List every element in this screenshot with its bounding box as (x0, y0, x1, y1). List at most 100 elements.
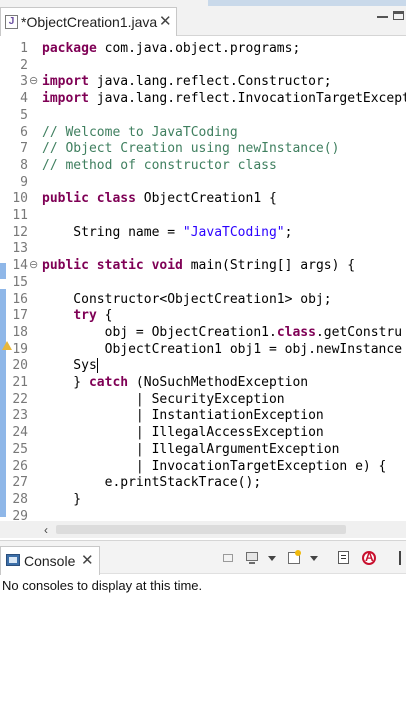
code-line[interactable]: 10 public class ObjectCreation1 { (0, 190, 406, 207)
close-icon[interactable]: ✕ (81, 551, 94, 569)
line-number: 20 (12, 358, 28, 374)
horizontal-scrollbar[interactable]: ‹ (0, 521, 406, 538)
code-line[interactable]: 3 ⊖ import java.lang.reflect.Constructor; (0, 73, 406, 90)
more-icon[interactable] (399, 551, 405, 565)
line-number: 18 (12, 324, 28, 340)
close-icon[interactable]: ✕ (159, 12, 172, 30)
chevron-down-icon[interactable] (268, 556, 276, 561)
fold-icon[interactable]: ⊖ (29, 257, 38, 274)
code-text: try { (73, 308, 113, 324)
code-line[interactable]: 16 Constructor<ObjectCreation1> obj; (0, 291, 406, 308)
console-icon (6, 554, 20, 566)
line-number: 8 (20, 157, 28, 173)
code-line[interactable]: 13 (0, 240, 406, 257)
code-line[interactable]: 2 (0, 57, 406, 74)
code-line[interactable]: 11 (0, 207, 406, 224)
line-number: 7 (20, 141, 28, 157)
code-line[interactable]: 28 } (0, 491, 406, 508)
minimize-icon[interactable] (376, 10, 390, 24)
java-file-icon: J (5, 15, 18, 29)
scroll-left-icon[interactable]: ‹ (44, 523, 48, 537)
line-number: 3 (20, 74, 28, 90)
code-line[interactable]: 26 | InvocationTargetException e) { (0, 458, 406, 475)
line-number: 16 (12, 291, 28, 307)
code-text: // method of constructor class (42, 157, 277, 173)
code-line[interactable]: 6 // Welcome to JavaTCoding (0, 124, 406, 141)
code-text: ObjectCreation1 obj1 = obj.newInstance (42, 341, 403, 357)
line-number: 10 (12, 191, 28, 207)
line-number: 22 (12, 391, 28, 407)
maximize-icon[interactable] (392, 10, 406, 24)
code-text: public static void main(String[] args) { (42, 258, 356, 274)
code-text: // Welcome to JavaTCoding (42, 124, 238, 140)
scrollbar-thumb[interactable] (56, 525, 346, 534)
code-line[interactable]: 22 | SecurityException (0, 391, 406, 408)
code-line[interactable]: 23 | InstantiationException (0, 407, 406, 424)
line-number: 4 (20, 91, 28, 107)
code-line[interactable]: 15 (0, 274, 406, 291)
code-line[interactable]: 18 obj = ObjectCreation1.class.getConstr… (0, 324, 406, 341)
code-line[interactable]: 29 (0, 508, 406, 522)
code-text: Constructor<ObjectCreation1> obj; (42, 291, 332, 307)
code-text: obj = ObjectCreation1.class.getConstru (42, 324, 403, 340)
code-text: Sys (42, 358, 98, 374)
code-text: } (42, 491, 82, 507)
line-number: 19 (12, 341, 28, 357)
code-line[interactable]: 14 ⊖ public static void main(String[] args… (0, 257, 406, 274)
console-panel: Console ✕ No consoles to display at this… (0, 540, 406, 720)
line-number: 14 (12, 258, 28, 274)
code-text: | IllegalAccessException (42, 425, 324, 441)
fold-icon[interactable]: ⊖ (29, 73, 38, 90)
code-text: import java.lang.reflect.InvocationTarge… (42, 91, 406, 107)
editor-tab-label: *ObjectCreation1.java (21, 14, 158, 30)
code-text: package com.java.object.programs; (42, 41, 301, 56)
line-number: 21 (12, 375, 28, 390)
code-line[interactable]: 27 e.printStackTrace(); (0, 474, 406, 491)
code-line[interactable]: 5 (0, 107, 406, 124)
code-line[interactable]: 1 package com.java.object.programs; (0, 40, 406, 57)
line-number: 24 (12, 425, 28, 441)
code-line[interactable]: 12 String name = "JavaTCoding"; (0, 224, 406, 241)
tab-bar-highlight (208, 0, 406, 6)
line-number: 6 (20, 124, 28, 140)
code-text: // Object Creation using newInstance() (42, 141, 340, 157)
line-number: 27 (12, 475, 28, 491)
line-number: 2 (20, 57, 28, 73)
code-line[interactable]: 24 | IllegalAccessException (0, 424, 406, 441)
code-line[interactable]: 9 (0, 174, 406, 191)
code-text: public class ObjectCreation1 { (42, 191, 277, 207)
line-number: 28 (12, 491, 28, 507)
code-line[interactable]: 17 try { (0, 307, 406, 324)
line-number: 17 (12, 308, 28, 324)
line-number: 11 (12, 208, 28, 223)
code-text: String name = "JavaTCoding"; (42, 224, 293, 240)
display-console-icon[interactable] (244, 550, 260, 566)
line-number: 26 (12, 458, 28, 474)
code-line[interactable]: 25 | IllegalArgumentException (0, 441, 406, 458)
line-number: 1 (20, 41, 28, 56)
console-message: No consoles to display at this time. (2, 578, 203, 593)
code-line[interactable]: 20 Sys (0, 357, 406, 374)
code-text: | SecurityException (42, 391, 285, 407)
editor-tab-objectcreation1[interactable]: J *ObjectCreation1.java ✕ (0, 7, 177, 36)
line-number: 29 (12, 508, 28, 522)
code-line[interactable]: 7 // Object Creation using newInstance() (0, 140, 406, 157)
copy-icon[interactable] (336, 550, 352, 566)
editor-tab-bar: J *ObjectCreation1.java ✕ (0, 0, 406, 36)
chevron-down-icon[interactable] (310, 556, 318, 561)
tab-console[interactable]: Console ✕ (0, 546, 100, 575)
code-text: | InstantiationException (42, 408, 324, 424)
console-tab-label: Console (24, 553, 76, 569)
code-editor[interactable]: 1 package com.java.object.programs; 2 3 ⊖ imp… (0, 37, 406, 522)
code-line[interactable]: 8 // method of constructor class (0, 157, 406, 174)
code-text: | IllegalArgumentException (42, 441, 340, 457)
line-number: 9 (20, 174, 28, 190)
code-line[interactable]: 4 import java.lang.reflect.InvocationTarg… (0, 90, 406, 107)
console-tab-bar: Console ✕ (0, 540, 406, 575)
code-line[interactable]: 19 ObjectCreation1 obj1 = obj.newInstanc… (0, 341, 406, 358)
pin-console-icon[interactable] (220, 550, 236, 566)
code-text: } catch (NoSuchMethodException (42, 375, 309, 390)
terminate-icon[interactable] (361, 550, 377, 566)
code-line[interactable]: 21 } catch (NoSuchMethodException (0, 374, 406, 391)
open-console-icon[interactable] (286, 550, 302, 566)
